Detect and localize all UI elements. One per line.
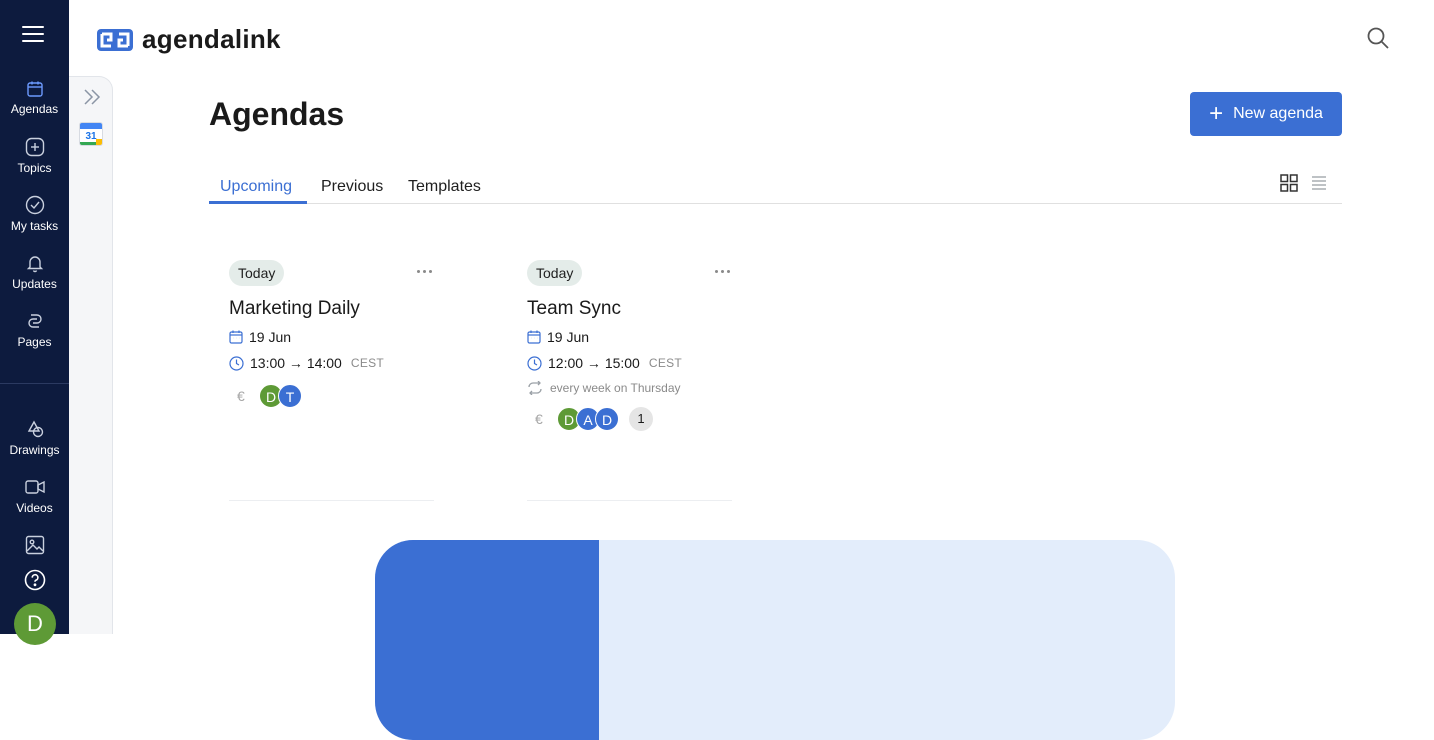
calendar-icon bbox=[527, 330, 541, 344]
secondary-panel bbox=[69, 76, 113, 634]
sidebar-item-label: Agendas bbox=[10, 102, 59, 116]
sidebar-item-label: Topics bbox=[17, 161, 52, 175]
time-range-text: 13:00 → 14:00 bbox=[250, 355, 342, 371]
recurrence-text: every week on Thursday bbox=[550, 381, 681, 395]
page-title: Agendas bbox=[209, 96, 345, 132]
recurrence-row: every week on Thursday bbox=[527, 381, 681, 395]
avatar[interactable]: T bbox=[278, 384, 302, 408]
euro-icon: € bbox=[237, 388, 245, 404]
sidebar-item-updates[interactable]: Updates bbox=[0, 253, 69, 291]
extra-attendees-count[interactable]: 1 bbox=[629, 407, 653, 431]
logo-text: agendalink bbox=[142, 24, 281, 54]
sidebar-item-label: Drawings bbox=[9, 443, 60, 457]
bell-icon bbox=[26, 256, 43, 273]
timezone-text: CEST bbox=[648, 356, 683, 370]
plus-icon: + bbox=[1209, 100, 1224, 127]
search-icon[interactable] bbox=[1366, 26, 1390, 55]
rail-divider bbox=[0, 383, 69, 384]
agenda-title[interactable]: Marketing Daily bbox=[229, 298, 360, 320]
user-avatar[interactable]: D bbox=[14, 603, 56, 645]
left-rail: Agendas Topics My tasks Updates Pages Dr… bbox=[0, 0, 69, 645]
sidebar-item-images[interactable] bbox=[0, 535, 69, 555]
agenda-tabs: Upcoming Previous Templates bbox=[209, 172, 1342, 204]
sidebar-item-label: My tasks bbox=[10, 219, 59, 233]
help-button[interactable] bbox=[0, 569, 69, 591]
sidebar-item-label: Videos bbox=[16, 501, 53, 515]
calendar-icon bbox=[26, 81, 43, 97]
repeat-icon bbox=[528, 381, 542, 395]
calendar-icon bbox=[229, 330, 243, 344]
agenda-date: 19 Jun bbox=[229, 329, 291, 345]
date-text: 19 Jun bbox=[249, 329, 292, 345]
grid-view-icon[interactable] bbox=[1280, 174, 1298, 197]
time-range-text: 12:00 → 15:00 bbox=[548, 355, 640, 371]
clock-icon bbox=[527, 355, 542, 371]
sidebar-item-label: Updates bbox=[12, 277, 57, 291]
video-icon bbox=[24, 480, 45, 494]
avatar[interactable]: D bbox=[595, 407, 619, 431]
card-divider bbox=[527, 500, 732, 501]
tab-upcoming[interactable]: Upcoming bbox=[220, 178, 292, 196]
sidebar-item-pages[interactable]: Pages bbox=[0, 311, 69, 349]
sidebar-item-drawings[interactable]: Drawings bbox=[0, 419, 69, 457]
more-options-icon[interactable] bbox=[417, 270, 432, 273]
sidebar-item-videos[interactable]: Videos bbox=[0, 477, 69, 515]
double-chevron-right-icon[interactable] bbox=[82, 88, 102, 111]
help-circle-icon bbox=[24, 569, 45, 591]
agenda-card[interactable]: Today Marketing Daily 19 Jun 13:00 → 14:… bbox=[229, 236, 437, 501]
attendees-row: € D A D 1 bbox=[527, 407, 653, 431]
onboarding-illustration bbox=[375, 540, 1175, 740]
today-badge: Today bbox=[527, 260, 583, 286]
shapes-icon bbox=[27, 420, 43, 438]
image-icon bbox=[25, 535, 44, 555]
agenda-card[interactable]: Today Team Sync 19 Jun 12:00 → 15:00 CES… bbox=[527, 236, 735, 501]
illustration-blue-panel bbox=[375, 540, 599, 740]
agenda-time: 13:00 → 14:00 CEST bbox=[229, 355, 384, 371]
agenda-title[interactable]: Team Sync bbox=[527, 298, 621, 320]
sidebar-item-my-tasks[interactable]: My tasks bbox=[0, 195, 69, 233]
date-text: 19 Jun bbox=[547, 329, 590, 345]
timezone-text: CEST bbox=[350, 356, 385, 370]
google-calendar-icon[interactable]: 31 bbox=[79, 122, 103, 146]
sidebar-item-topics[interactable]: Topics bbox=[0, 137, 69, 175]
check-circle-icon bbox=[25, 195, 44, 215]
agenda-time: 12:00 → 15:00 CEST bbox=[527, 355, 682, 371]
list-view-icon[interactable] bbox=[1311, 175, 1327, 196]
new-agenda-label: New agenda bbox=[1233, 105, 1323, 122]
new-agenda-button[interactable]: + New agenda bbox=[1190, 92, 1342, 136]
today-badge: Today bbox=[229, 260, 285, 286]
clock-icon bbox=[229, 355, 244, 371]
agendalink-logo[interactable]: agendalink bbox=[96, 24, 281, 55]
sidebar-item-label: Pages bbox=[17, 335, 52, 349]
more-options-icon[interactable] bbox=[715, 270, 730, 273]
sidebar-item-agendas[interactable]: Agendas bbox=[0, 80, 69, 116]
agenda-date: 19 Jun bbox=[527, 329, 589, 345]
card-divider bbox=[229, 500, 434, 501]
euro-icon: € bbox=[535, 411, 543, 427]
tab-templates[interactable]: Templates bbox=[408, 178, 481, 196]
pages-icon bbox=[27, 314, 42, 328]
hamburger-icon[interactable] bbox=[22, 26, 44, 42]
attendees-row: € D T bbox=[229, 384, 302, 408]
plus-square-icon bbox=[25, 137, 44, 157]
active-tab-indicator bbox=[209, 201, 307, 204]
tab-previous[interactable]: Previous bbox=[321, 178, 383, 196]
logo-mark-icon bbox=[97, 28, 133, 51]
